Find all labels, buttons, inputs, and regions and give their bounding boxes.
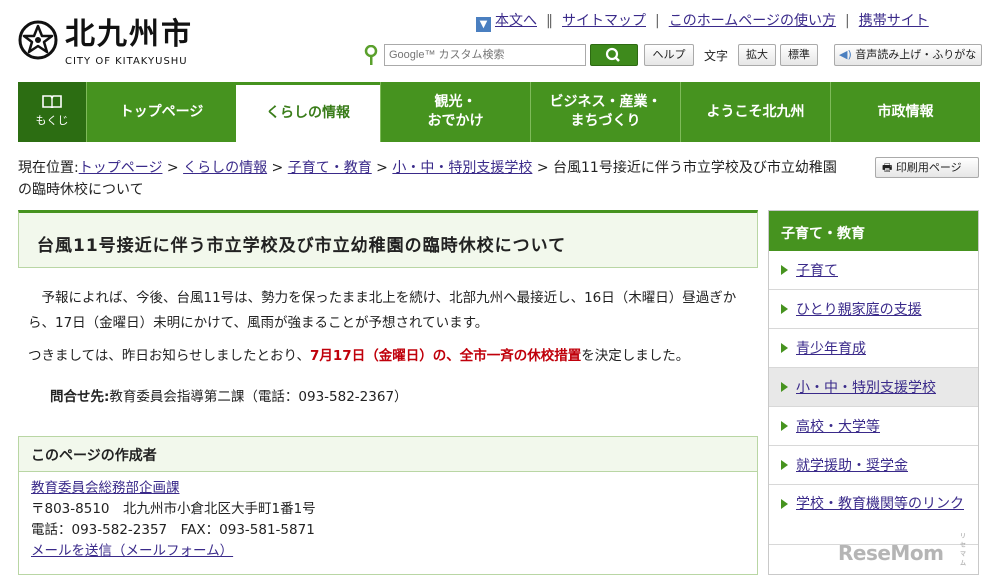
article-paragraph-2: つきましては、昨日お知らせしましたとおり、7月17日（金曜日）の、全市一斉の休校… [28,344,752,369]
sidebar-item-youth[interactable]: 青少年育成 [769,329,978,368]
breadcrumb: 現在位置:トップページ > くらしの情報 > 子育て・教育 > 小・中・特別支援… [18,160,837,198]
watermark-text: ReseMom [838,541,944,565]
mail-form-link[interactable]: メールを送信（メールフォーム） [31,543,233,559]
sidebar-item-school-links[interactable]: 学校・教育機関等のリンク [769,485,978,545]
paragraph-text: つきましては、昨日お知らせしましたとおり、 [28,348,311,364]
page-title: 台風11号接近に伴う市立学校及び市立幼稚園の臨時休校について [37,236,567,256]
closure-notice: 7月17日（金曜日）の、全市一斉の休校措置 [310,348,582,364]
paragraph-text: を決定しました。 [581,348,690,364]
speech-furigana-button[interactable]: ◀) 音声読み上げ・ふりがな [834,44,982,66]
department-link[interactable]: 教育委員会総務部企画課 [31,480,180,496]
map-pin-icon [364,45,378,65]
triangle-right-icon [781,265,788,275]
separator: ‖ [546,13,553,29]
sidebar-link[interactable]: ひとり親家庭の支援 [796,299,922,319]
book-icon [42,95,62,108]
sidebar-link[interactable]: 子育て [796,260,838,280]
nav-business[interactable]: ビジネス・産業・ まちづくり [530,82,680,142]
sidebar-link[interactable]: 青少年育成 [796,338,866,358]
address: 〒803-8510 北九州市小倉北区大手町1番1号 [31,501,316,517]
sidebar-link[interactable]: 小・中・特別支援学校 [796,377,936,397]
search-bar: ヘルプ 文字 拡大 標準 ◀) 音声読み上げ・ふりがな [364,44,986,68]
site-name-en: CITY OF KITAKYUSHU [65,56,188,67]
sidebar-item-highschool[interactable]: 高校・大学等 [769,407,978,446]
breadcrumb-link[interactable]: 小・中・特別支援学校 [392,160,532,176]
watermark-small: リセマム [960,533,966,567]
sidebar-item-schools[interactable]: 小・中・特別支援学校 [769,368,978,407]
city-emblem-icon [18,20,58,60]
sidebar-link[interactable]: 就学援助・奨学金 [796,455,908,475]
search-button[interactable] [590,44,638,66]
contact-text: 教育委員会指導第二課（電話：093-582-2367） [109,389,408,405]
sidebar-heading: 子育て・教育 [769,211,978,251]
page-author-box: このページの作成者 教育委員会総務部企画課 〒803-8510 北九州市小倉北区… [18,436,758,575]
author-details: 教育委員会総務部企画課 〒803-8510 北九州市小倉北区大手町1番1号 電話… [19,472,757,562]
nav-top-page[interactable]: トップページ [86,82,236,142]
printer-icon: 🖶 [882,161,893,174]
sidebar-item-scholarship[interactable]: 就学援助・奨学金 [769,446,978,485]
breadcrumb-link[interactable]: 子育て・教育 [288,160,372,176]
search-input[interactable] [384,44,586,66]
nav-sightseeing[interactable]: 観光・ おでかけ [380,82,530,142]
sidebar-list: 子育て ひとり親家庭の支援 青少年育成 小・中・特別支援学校 高校・大学等 就学… [769,251,978,545]
global-nav: もくじ トップページ くらしの情報 観光・ おでかけ ビジネス・産業・ まちづく… [18,82,980,142]
sidebar-item-childcare[interactable]: 子育て [769,251,978,290]
speaker-icon: ◀) [839,48,852,61]
sidebar-link[interactable]: 学校・教育機関等のリンク [796,493,964,515]
nav-city-admin[interactable]: 市政情報 [830,82,980,142]
separator: | [845,13,850,29]
nav-living-info[interactable]: くらしの情報 [236,82,380,142]
triangle-right-icon [781,421,788,431]
contact-label: 問合せ先: [50,389,110,405]
nav-welcome[interactable]: ようこそ北九州 [680,82,830,142]
site-name-jp: 北九州市 [65,17,193,52]
author-heading: このページの作成者 [19,437,757,472]
site-logo[interactable]: 北九州市 CITY OF KITAKYUSHU [18,18,218,70]
article-title-box: 台風11号接近に伴う市立学校及び市立幼稚園の臨時休校について [18,210,758,268]
mobile-site-link[interactable]: 携帯サイト [859,13,929,29]
phone-fax: 電話：093-582-2357 FAX：093-581-5871 [31,522,315,538]
how-to-use-link[interactable]: このホームページの使い方 [669,13,836,29]
print-page-button[interactable]: 🖶 印刷用ページ [875,157,979,178]
triangle-right-icon [781,304,788,314]
sidebar-item-single-parent[interactable]: ひとり親家庭の支援 [769,290,978,329]
utility-links: ▼ 本文へ ‖ サイトマップ | このホームページの使い方 | 携帯サイト [476,10,986,32]
magnifier-icon [605,47,620,62]
triangle-right-icon [781,343,788,353]
font-normal-button[interactable]: 標準 [780,44,818,66]
triangle-right-icon [781,382,788,392]
nav-mokuji[interactable]: もくじ [18,82,86,142]
watermark: ReseMom リセマム [838,533,966,567]
print-label: 印刷用ページ [895,161,962,174]
breadcrumb-link[interactable]: くらしの情報 [183,160,267,176]
triangle-right-icon [781,460,788,470]
font-large-button[interactable]: 拡大 [738,44,776,66]
separator: | [655,13,660,29]
sitemap-link[interactable]: サイトマップ [562,13,646,29]
speech-label: 音声読み上げ・ふりがな [855,48,977,61]
article-paragraph-1: 予報によれば、今後、台風11号は、勢力を保ったまま北上を続け、北部九州へ最接近し… [28,290,737,331]
breadcrumb-link[interactable]: トップページ [79,160,163,176]
arrow-down-icon: ▼ [476,17,491,32]
sidebar-link[interactable]: 高校・大学等 [796,416,880,436]
help-button[interactable]: ヘルプ [644,44,694,66]
triangle-right-icon [781,499,788,509]
breadcrumb-prefix: 現在位置: [18,160,79,176]
font-size-label: 文字 [704,49,729,63]
nav-mokuji-label: もくじ [35,114,69,127]
contact-info: 問合せ先:教育委員会指導第二課（電話：093-582-2367） [50,385,408,405]
sidebar: 子育て・教育 子育て ひとり親家庭の支援 青少年育成 小・中・特別支援学校 高校… [768,210,979,575]
skip-to-content-link[interactable]: 本文へ [495,13,537,29]
